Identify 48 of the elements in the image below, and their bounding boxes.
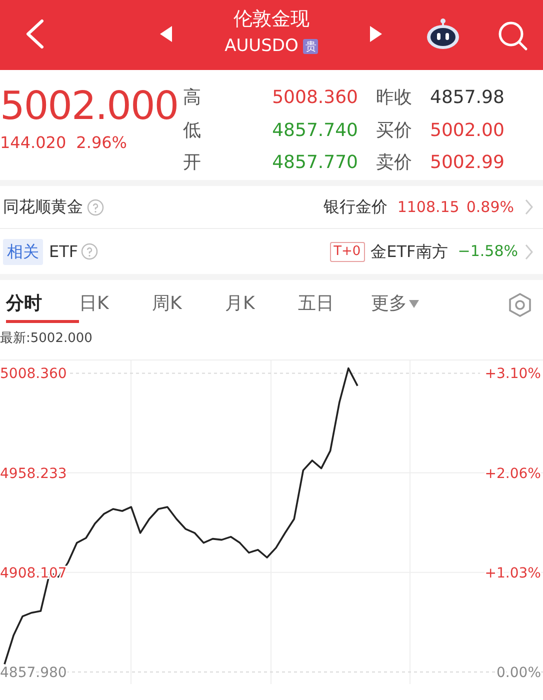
chart-tab[interactable]: 更多 (371, 287, 444, 323)
chart-tab[interactable]: 周K (152, 287, 225, 323)
price-change: 144.020 (0, 132, 66, 154)
symbol-code: AUUSDO (224, 35, 298, 58)
robot-icon[interactable] (426, 17, 460, 51)
bank-price-change: 0.89% (466, 196, 514, 218)
percent-axis-label: +3.10% (484, 366, 541, 382)
percent-axis-label: +2.06% (484, 466, 541, 482)
percent-axis-label: +1.03% (484, 565, 541, 582)
stat-label: 买价 (375, 118, 413, 143)
row-label: 同花顺黄金 (3, 196, 83, 218)
last-price: 5002.000 (0, 83, 180, 131)
next-triangle-icon[interactable] (370, 26, 382, 42)
stat-value: 4857.770 (271, 151, 358, 176)
dropdown-triangle-icon (409, 300, 419, 308)
chart-tab[interactable]: 日K (79, 287, 152, 323)
stat-value: 4857.98 (429, 86, 506, 110)
settings-icon[interactable] (507, 292, 533, 318)
stat-label: 昨收 (375, 86, 413, 110)
search-icon[interactable] (497, 20, 529, 52)
latest-price-label: 最新:5002.000 (0, 330, 92, 348)
bank-price-value: 1108.15 (397, 196, 460, 218)
stat-label: 低 (182, 118, 202, 143)
price-axis-label: 5008.360 (0, 366, 67, 382)
chart-tab[interactable]: 分时 (6, 287, 79, 323)
etf-change: −1.58% (458, 241, 518, 262)
stat-value: 5002.00 (429, 118, 506, 143)
previous-triangle-icon[interactable] (160, 26, 172, 42)
stat-value: 4857.740 (271, 118, 358, 143)
related-tag: 相关 (3, 238, 43, 264)
chart-tab[interactable]: 月K (225, 287, 298, 323)
percent-axis-label: 0.00% (496, 665, 541, 681)
category-badge: 贵 (303, 38, 318, 54)
change-percent: 2.96% (76, 132, 127, 154)
page-title: 伦敦金现 (234, 7, 310, 32)
bank-price-link[interactable]: 银行金价 (323, 195, 388, 219)
stat-label: 卖价 (375, 151, 413, 176)
t0-badge: T+0 (330, 242, 365, 262)
etf-name-link[interactable]: 金ETF南方 (370, 240, 448, 264)
price-axis-label: 4958.233 (0, 466, 67, 482)
row-label: ETF (49, 240, 78, 262)
stat-label: 开 (182, 151, 202, 176)
chart-tab[interactable]: 五日 (298, 287, 371, 323)
price-axis-label: 4857.980 (0, 665, 67, 681)
back-icon[interactable] (24, 19, 46, 49)
stat-label: 高 (182, 86, 202, 110)
stat-value: 5002.99 (429, 151, 506, 176)
stat-value: 5008.360 (271, 86, 358, 110)
